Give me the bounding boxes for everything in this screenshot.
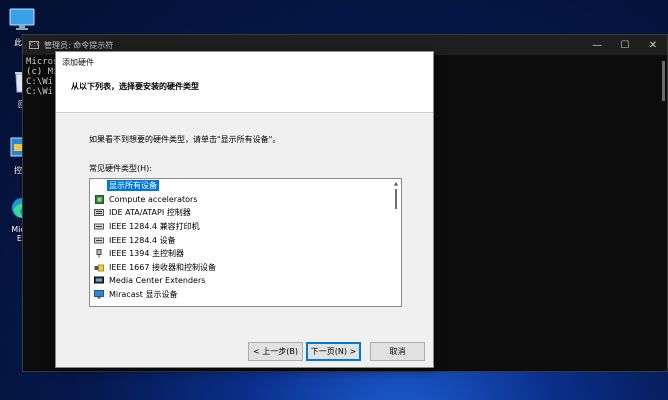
ide-controller-icon: [94, 208, 104, 217]
minimize-button[interactable]: —: [583, 40, 611, 51]
console-scrollbar[interactable]: [662, 61, 665, 101]
dialog-instruction: 如果看不到想要的硬件类型，请单击"显示所有设备"。: [89, 135, 281, 144]
list-item-miracast[interactable]: Miracast 显示设备: [90, 288, 401, 302]
list-item-label: IDE ATA/ATAPI 控制器: [109, 208, 191, 218]
list-item-label: Miracast 显示设备: [109, 290, 178, 300]
hardware-type-list[interactable]: 显示所有设备 Compute accelerators IDE ATA/ATAP…: [89, 178, 402, 307]
port-device-icon: [94, 236, 104, 245]
cancel-button[interactable]: 取消: [370, 342, 425, 361]
dialog-header: 从以下列表，选择要安装的硬件类型: [56, 70, 433, 113]
list-item-label: IEEE 1284.4 兼容打印机: [109, 222, 200, 232]
usb-key-icon: [94, 263, 104, 272]
scroll-thumb[interactable]: [395, 189, 397, 209]
list-item-compute-accelerators[interactable]: Compute accelerators: [90, 193, 401, 207]
list-item-label: IEEE 1284.4 设备: [109, 235, 176, 245]
list-item-ieee-1394-controller[interactable]: IEEE 1394 主控制器: [90, 247, 401, 261]
dialog-title: 添加硬件: [56, 52, 433, 70]
list-item-media-center-extenders[interactable]: Media Center Extenders: [90, 274, 401, 288]
console-app-icon: C:\: [29, 41, 40, 49]
list-item-ieee-1284-printer[interactable]: IEEE 1284.4 兼容打印机: [90, 220, 401, 234]
maximize-button[interactable]: ☐: [611, 40, 639, 51]
media-extender-icon: [94, 276, 104, 285]
blank-icon: [94, 181, 104, 190]
list-item-label: 显示所有设备: [107, 180, 159, 192]
list-item-label: IEEE 1667 接收器和控制设备: [109, 262, 216, 272]
list-item-label: IEEE 1394 主控制器: [109, 249, 184, 259]
accelerator-icon: [94, 194, 104, 204]
next-button[interactable]: 下一页(N) >: [306, 342, 361, 361]
list-item-label: Compute accelerators: [109, 194, 198, 204]
list-scrollbar[interactable]: ▲: [392, 179, 401, 306]
close-button[interactable]: ✕: [639, 40, 667, 51]
list-item-show-all-devices[interactable]: 显示所有设备: [90, 179, 401, 193]
back-button[interactable]: < 上一步(B): [248, 342, 303, 361]
console-title: 管理员: 命令提示符: [44, 40, 114, 50]
list-item-ieee-1284-device[interactable]: IEEE 1284.4 设备: [90, 233, 401, 247]
hardware-list-label: 常见硬件类型(H):: [89, 164, 152, 173]
list-item-label: Media Center Extenders: [109, 276, 206, 286]
list-item-ide-ata[interactable]: IDE ATA/ATAPI 控制器: [90, 206, 401, 220]
scroll-up-icon[interactable]: ▲: [394, 181, 398, 187]
printer-port-icon: [94, 222, 104, 231]
list-item-ieee-1667[interactable]: IEEE 1667 接收器和控制设备: [90, 261, 401, 275]
display-device-icon: [94, 290, 104, 299]
add-hardware-dialog[interactable]: 添加硬件 从以下列表，选择要安装的硬件类型 如果看不到想要的硬件类型，请单击"显…: [55, 51, 434, 368]
monitor-icon: [9, 8, 35, 30]
firewire-plug-icon: [94, 249, 104, 258]
